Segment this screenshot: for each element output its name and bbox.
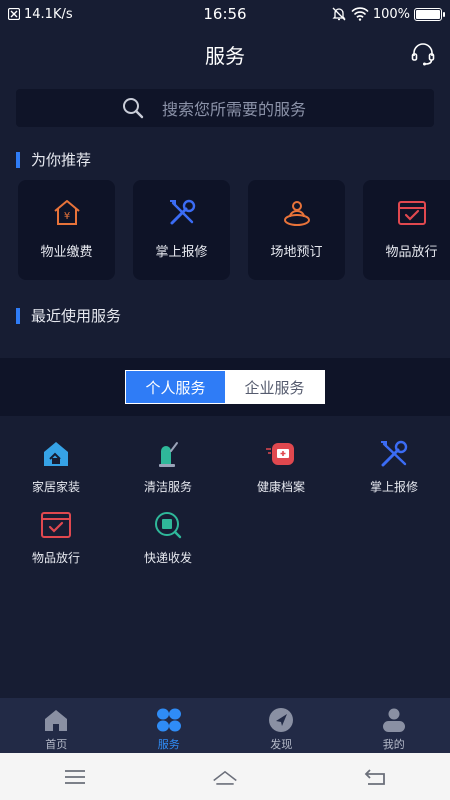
recommend-card-item-release[interactable]: 物品放行 xyxy=(363,180,450,280)
back-icon[interactable] xyxy=(362,766,388,788)
service-label: 健康档案 xyxy=(256,480,305,494)
status-left: 14.1K/s xyxy=(8,7,73,22)
repair-tools-icon xyxy=(169,199,195,225)
recommend-card-property-fee[interactable]: ¥ 物业缴费 xyxy=(18,180,115,280)
nav-label: 我的 xyxy=(382,738,405,751)
tab-personal-services[interactable]: 个人服务 xyxy=(126,371,225,403)
nav-services[interactable]: 服务 xyxy=(113,698,226,753)
nav-label: 发现 xyxy=(270,738,293,751)
repair-tools-icon xyxy=(381,440,408,467)
bottom-nav: 首页 服务 发现 我的 xyxy=(0,698,450,753)
profile-icon xyxy=(382,708,405,732)
nav-label: 首页 xyxy=(45,738,68,751)
nav-home[interactable]: 首页 xyxy=(0,698,113,753)
service-item-release[interactable]: 物品放行 xyxy=(0,508,112,566)
nav-label: 服务 xyxy=(157,738,180,751)
page-title: 服务 xyxy=(205,43,245,68)
venue-booking-icon xyxy=(283,201,310,226)
service-home-decor[interactable]: 家居家装 xyxy=(0,437,112,495)
network-speed: 14.1K/s xyxy=(24,6,73,22)
nav-discover[interactable]: 发现 xyxy=(225,698,338,753)
status-bar: 14.1K/s 16:56 100% xyxy=(0,0,450,28)
data-traffic-icon xyxy=(8,8,20,20)
recommend-card-label: 物品放行 xyxy=(385,245,438,260)
recommend-card-venue[interactable]: 场地预订 xyxy=(248,180,345,280)
recommend-title: 为你推荐 xyxy=(31,151,92,169)
mute-icon xyxy=(332,7,346,21)
status-right: 100% xyxy=(331,6,445,22)
nav-profile[interactable]: 我的 xyxy=(338,698,450,753)
home-decor-icon xyxy=(44,442,68,466)
service-tab-strip: 个人服务 企业服务 xyxy=(0,358,450,416)
recommend-card-label: 物业缴费 xyxy=(40,245,93,260)
search-placeholder: 搜索您所需要的服务 xyxy=(162,100,307,119)
service-label: 家居家装 xyxy=(31,480,80,494)
express-delivery-icon xyxy=(155,512,182,539)
section-accent-bar xyxy=(16,307,20,324)
recommend-card-repair[interactable]: 掌上报修 xyxy=(133,180,230,280)
recommend-card-label: 掌上报修 xyxy=(155,245,208,260)
service-label: 物品放行 xyxy=(31,551,80,565)
discover-icon xyxy=(269,708,294,732)
recent-title: 最近使用服务 xyxy=(31,307,122,325)
wifi-icon xyxy=(351,7,369,21)
headset-icon[interactable] xyxy=(410,41,436,67)
service-label: 清洁服务 xyxy=(143,480,192,494)
service-label: 掌上报修 xyxy=(369,480,418,494)
svg-text:¥: ¥ xyxy=(63,211,69,222)
service-repair[interactable]: 掌上报修 xyxy=(338,437,450,495)
page-header: 服务 xyxy=(0,28,450,80)
cleaning-icon xyxy=(159,442,178,467)
recommend-card-label: 场地预订 xyxy=(270,245,323,260)
system-nav-bar xyxy=(0,753,450,800)
battery-percent: 100% xyxy=(372,6,410,22)
item-release-icon xyxy=(41,512,71,538)
recommend-list: ¥ 物业缴费 掌上报修 场地预订 物品放行 xyxy=(18,180,450,280)
menu-icon[interactable] xyxy=(62,766,88,788)
home-icon xyxy=(45,710,68,731)
battery-icon xyxy=(414,7,445,21)
recent-heading: 最近使用服务 xyxy=(16,305,121,326)
property-fee-icon: ¥ xyxy=(53,200,80,225)
service-cleaning[interactable]: 清洁服务 xyxy=(112,437,224,495)
item-release-icon xyxy=(397,201,426,225)
services-grid-icon xyxy=(156,708,181,732)
search-input[interactable]: 搜索您所需要的服务 xyxy=(16,89,434,127)
recommend-heading: 为你推荐 xyxy=(16,149,91,170)
service-health-record[interactable]: 健康档案 xyxy=(225,437,337,495)
search-icon xyxy=(123,98,144,119)
service-express-delivery[interactable]: 快递收发 xyxy=(112,508,224,566)
home-button-icon[interactable] xyxy=(212,766,238,788)
service-label: 快递收发 xyxy=(143,551,192,565)
service-tabs: 个人服务 企业服务 xyxy=(125,370,325,404)
tab-enterprise-services[interactable]: 企业服务 xyxy=(225,371,324,403)
section-accent-bar xyxy=(16,151,20,168)
health-record-icon xyxy=(266,443,294,465)
